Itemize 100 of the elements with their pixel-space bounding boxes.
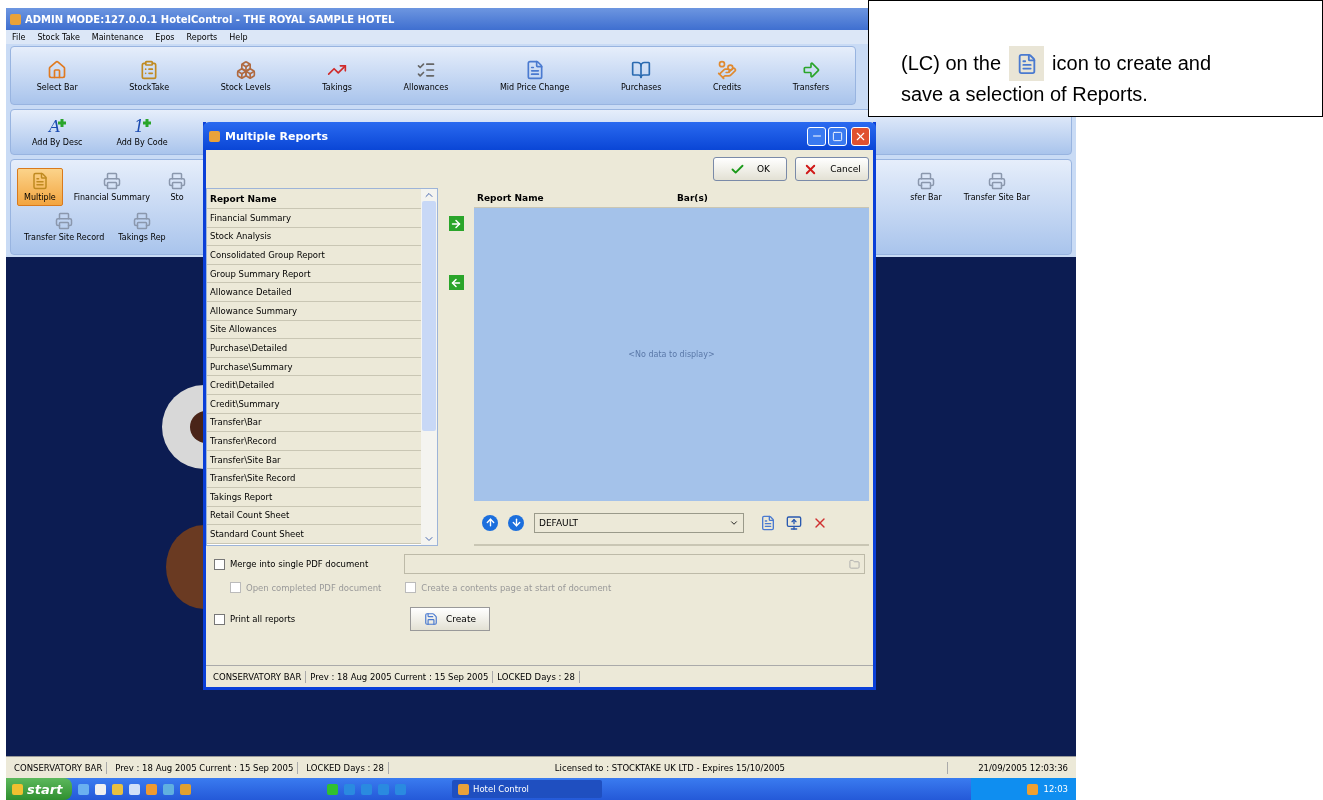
toolbar-button[interactable]: Allowances [396,55,456,96]
checkbox-label[interactable]: Print all reports [214,613,394,625]
callout-text: icon to create and [1052,52,1212,75]
quick-launch-icon[interactable] [146,783,157,795]
monitor-icon [786,514,802,531]
status-text: CONSERVATORY BAR [10,761,108,774]
app-icon [209,130,220,142]
scrollbar[interactable] [421,189,437,545]
column-header: Bar(s) [677,192,708,203]
minimize-button[interactable] [807,126,826,146]
checkbox[interactable] [214,613,225,625]
menu-item[interactable]: Stock Take [37,32,80,42]
house-icon [47,59,68,80]
quick-launch-icon[interactable] [95,783,106,795]
hand-icon [717,59,738,80]
status-text: Licensed to : STOCKTAKE UK LTD - Expires 15/10/2005 [392,761,948,774]
folder-icon [849,558,860,570]
printer-icon [132,212,151,230]
status-text: CONSERVATORY BAR [209,670,307,683]
quick-launch-icon[interactable] [78,783,89,795]
report-list-item[interactable]: Purchase\Detailed [207,339,421,358]
save-selection-button[interactable] [760,514,776,531]
preset-dropdown[interactable]: DEFAULT [534,512,744,533]
report-list-item[interactable]: Credit\Detailed [207,376,421,395]
monitor-button[interactable] [786,514,802,531]
report-list-item[interactable]: Consolidated Group Report [207,246,421,265]
report-list-item[interactable]: Financial Summary [207,209,421,228]
menu-item[interactable]: Epos [155,32,175,42]
up-arrow-icon [484,517,496,528]
checkbox[interactable] [214,558,225,570]
tray-icon[interactable] [1026,783,1038,795]
tray-icon[interactable] [378,783,389,795]
report-button[interactable]: Sto [161,168,193,206]
report-button[interactable]: Takings Rep [111,208,173,246]
status-text: LOCKED Days : 28 [493,670,580,683]
callout-text: (LC) on the [901,52,1002,75]
document-icon [30,172,49,190]
printer-icon [987,172,1006,190]
printer-icon [55,212,74,230]
dialog-title: Multiple Reports [225,129,329,143]
empty-message: <No data to display> [628,350,715,359]
toolbar-button[interactable]: StockTake [122,55,177,96]
tray-icon[interactable] [327,783,338,795]
status-text: LOCKED Days : 28 [302,761,389,774]
add-report-button[interactable] [448,216,464,231]
report-button[interactable]: Financial Summary [66,168,157,206]
cancel-button[interactable]: Cancel [795,157,869,181]
window-title: ADMIN MODE:127.0.0.1 HotelControl - THE ROYAL SAMPLE HOTEL [25,13,395,25]
remove-report-button[interactable] [448,275,464,290]
book-icon [631,59,652,80]
report-button[interactable]: Transfer Site Bar [956,168,1037,206]
left-arrow-icon [450,276,462,289]
report-button[interactable]: Transfer Site Record [17,208,112,246]
clock: 12:03 [1043,784,1068,794]
quick-launch-icon[interactable] [163,783,174,795]
report-button[interactable]: Multiple [17,168,63,206]
quick-launch-icon[interactable] [112,783,123,795]
checkbox-label[interactable]: Merge into single PDF document [214,558,394,570]
create-button[interactable]: Create [410,607,490,631]
column-header: Report Name [210,193,277,204]
tray-icon[interactable] [361,783,372,795]
maximize-button[interactable] [828,126,847,146]
toolbar-button[interactable]: Select Bar [29,55,85,96]
menu-item[interactable]: File [12,32,26,42]
taskbar-button[interactable]: Hotel Control [452,780,602,798]
tray-icon[interactable] [344,783,355,795]
clipboard-icon [139,59,160,80]
toolbar-button[interactable]: Purchases [613,55,669,96]
document-icon [760,514,776,531]
toolbar-button[interactable]: Stock Levels [213,55,278,96]
quick-launch-icon[interactable] [180,783,191,795]
toolbar-button[interactable]: A Add By Desc [25,113,90,151]
menu-item[interactable]: Maintenance [91,32,144,42]
toolbar-button[interactable]: 1 Add By Code [109,113,175,151]
quick-launch-icon[interactable] [129,783,140,795]
report-list-item[interactable]: Standard Count Sheet [207,525,421,544]
printer-icon [168,172,186,190]
callout-text: save a selection of Reports. [901,83,1148,106]
tray-icon[interactable] [395,783,406,795]
printer-icon [917,172,935,190]
pdf-path-field[interactable] [404,554,865,574]
ok-button[interactable]: OK [713,157,787,181]
toolbar-button[interactable]: Transfers [785,55,837,96]
column-header: Report Name [477,192,545,203]
report-list-item[interactable]: Allowance Detailed [207,283,421,302]
close-button[interactable] [851,126,870,146]
toolbar-button[interactable]: Mid Price Change [492,55,577,96]
scrollbar-thumb[interactable] [422,201,436,431]
status-text: 21/09/2005 12:03:36 [977,761,1069,774]
move-up-button[interactable] [482,514,498,531]
boxes-icon [235,59,256,80]
right-arrow-icon [450,217,462,230]
report-list-item[interactable]: Transfer\Site Record [207,469,421,488]
menu-item[interactable]: Help [229,32,248,42]
report-button[interactable]: sfer Bar [903,168,949,206]
toolbar-button[interactable]: Takings [315,55,359,96]
move-down-button[interactable] [508,514,524,531]
menu-item[interactable]: Reports [186,32,218,42]
report-list-item[interactable]: Transfer\Record [207,432,421,451]
toolbar-button[interactable]: Credits [706,55,749,96]
